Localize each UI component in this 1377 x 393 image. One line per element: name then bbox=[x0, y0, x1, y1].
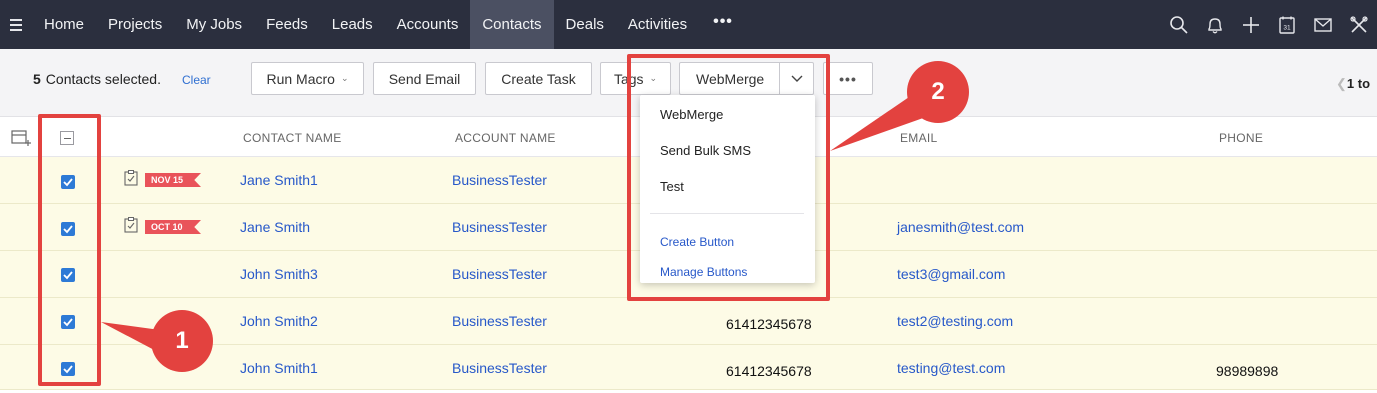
selected-count: 5 bbox=[33, 71, 41, 87]
contact-name-link[interactable]: John Smith1 bbox=[240, 360, 318, 376]
email-link[interactable]: test3@gmail.com bbox=[897, 266, 1005, 282]
nav-home[interactable]: Home bbox=[32, 0, 96, 49]
nav-accounts[interactable]: Accounts bbox=[385, 0, 471, 49]
account-name-link[interactable]: BusinessTester bbox=[452, 360, 547, 376]
bell-icon[interactable] bbox=[1197, 0, 1233, 49]
nav-leads[interactable]: Leads bbox=[320, 0, 385, 49]
pagination: ❮1 to bbox=[1336, 76, 1370, 92]
header-account-name[interactable]: ACCOUNT NAME bbox=[455, 131, 556, 145]
contact-name-link[interactable]: John Smith2 bbox=[240, 313, 318, 329]
email-link[interactable]: testing@test.com bbox=[897, 360, 1005, 376]
phone-value: 98989898 bbox=[1216, 363, 1279, 379]
nav-feeds[interactable]: Feeds bbox=[254, 0, 320, 49]
nav-deals[interactable]: Deals bbox=[554, 0, 616, 49]
annotation-box-webmerge bbox=[627, 54, 830, 301]
header-phone[interactable]: PHONE bbox=[1219, 131, 1263, 145]
run-macro-button[interactable]: Run Macro ⌄ bbox=[251, 62, 364, 95]
more-dots-icon: ••• bbox=[839, 70, 857, 87]
contact-name-link[interactable]: Jane Smith bbox=[240, 219, 310, 235]
mobile-value: 61412345678 bbox=[726, 363, 812, 379]
create-task-button[interactable]: Create Task bbox=[485, 62, 592, 95]
nav-contacts[interactable]: Contacts bbox=[470, 0, 554, 49]
nav-activities[interactable]: Activities bbox=[616, 0, 699, 49]
mail-icon[interactable] bbox=[1305, 0, 1341, 49]
due-date-flag: NOV 15 bbox=[145, 173, 201, 187]
plus-icon[interactable] bbox=[1233, 0, 1269, 49]
callout-number-one: 1 bbox=[175, 327, 189, 354]
contact-name-link[interactable]: John Smith3 bbox=[240, 266, 318, 282]
nav-my-jobs[interactable]: My Jobs bbox=[174, 0, 254, 49]
account-name-link[interactable]: BusinessTester bbox=[452, 219, 547, 235]
chevron-down-icon: ⌄ bbox=[340, 73, 349, 83]
callout-number-two: 2 bbox=[931, 78, 945, 105]
send-email-button[interactable]: Send Email bbox=[373, 62, 476, 95]
header-email[interactable]: EMAIL bbox=[900, 131, 938, 145]
due-date-flag: OCT 10 bbox=[145, 220, 201, 234]
annotation-box-checkboxes bbox=[38, 114, 101, 386]
calendar-day: 31 bbox=[1283, 24, 1291, 31]
run-macro-label: Run Macro bbox=[266, 70, 335, 87]
selected-label: Contacts selected. bbox=[45, 71, 161, 87]
tools-icon[interactable] bbox=[1341, 0, 1377, 49]
contact-name-link[interactable]: Jane Smith1 bbox=[240, 172, 318, 188]
menu-icon[interactable] bbox=[0, 0, 32, 49]
nav-icon-bar: 31 bbox=[1161, 0, 1377, 49]
calendar-icon[interactable]: 31 bbox=[1269, 0, 1305, 49]
header-contact-name[interactable]: CONTACT NAME bbox=[243, 131, 342, 145]
task-icon bbox=[124, 170, 138, 186]
search-icon[interactable] bbox=[1161, 0, 1197, 49]
top-navigation: Home Projects My Jobs Feeds Leads Accoun… bbox=[0, 0, 1377, 49]
task-icon bbox=[124, 217, 138, 233]
selection-summary: 5 Contacts selected. bbox=[33, 71, 161, 87]
mobile-value: 61412345678 bbox=[726, 316, 812, 332]
account-name-link[interactable]: BusinessTester bbox=[452, 172, 547, 188]
account-name-link[interactable]: BusinessTester bbox=[452, 313, 547, 329]
account-name-link[interactable]: BusinessTester bbox=[452, 266, 547, 282]
email-link[interactable]: janesmith@test.com bbox=[897, 219, 1024, 235]
column-settings-icon[interactable] bbox=[11, 129, 31, 147]
chevron-left-icon[interactable]: ❮ bbox=[1336, 76, 1347, 91]
email-link[interactable]: test2@testing.com bbox=[897, 313, 1013, 329]
more-actions-button[interactable]: ••• bbox=[823, 62, 873, 95]
pager-label: 1 to bbox=[1346, 76, 1371, 91]
clear-selection-link[interactable]: Clear bbox=[182, 73, 211, 87]
nav-more-button[interactable]: ••• bbox=[699, 0, 747, 49]
nav-projects[interactable]: Projects bbox=[96, 0, 174, 49]
